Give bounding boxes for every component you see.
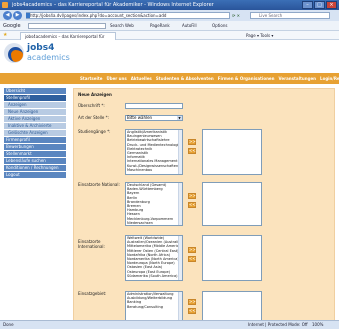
page-tools-menu[interactable]: Page ▾ Tools ▾ — [246, 31, 273, 40]
nav-veranstaltungen[interactable]: Veranstaltungen — [279, 73, 317, 84]
tab-bar: ★ jobs4academics – das Karriereportal fü… — [0, 31, 339, 46]
nav-aktuelles[interactable]: Aktuelles — [131, 73, 152, 84]
sidebar-item-lebenslaeufe[interactable]: Lebensläufe suchen — [4, 158, 66, 164]
sidebar-item-konditionen[interactable]: Konditionen / Rechnungen — [4, 165, 66, 171]
title-bar: jobs4academics – das Karriereportal für … — [0, 0, 339, 10]
google-logo: Google — [3, 23, 21, 29]
remove-international-button[interactable]: << — [188, 256, 196, 262]
form-title: Neue Anzeigen — [78, 92, 112, 97]
options-button[interactable]: Options — [212, 21, 227, 31]
address-bar: ◀ ▶ http://jobs4a.dvl/pages/index.php?do… — [0, 10, 339, 21]
main-nav: Startseite Über uns Aktuelles Studenten … — [0, 73, 339, 84]
national-move-buttons: >> << — [188, 193, 196, 211]
remove-national-button[interactable]: << — [188, 202, 196, 208]
area-selected-box[interactable] — [202, 291, 262, 320]
pagerank-button[interactable]: PageRank — [150, 21, 170, 31]
list-item[interactable]: Niedersachsen — [126, 221, 182, 225]
sidebar-item-geloeschte[interactable]: Gelöschte Anzeigen — [4, 130, 66, 136]
listbox-scrollbar[interactable] — [178, 130, 182, 174]
search-web-button[interactable]: Search Web — [110, 21, 134, 31]
page-icon — [26, 13, 30, 18]
listbox-scrollbar[interactable] — [178, 292, 182, 320]
area-move-buttons: >> << — [188, 299, 196, 317]
study-move-buttons: >> << — [188, 139, 196, 157]
area-label: Einsatzgebiet: — [78, 291, 107, 296]
maximize-button[interactable]: □ — [314, 1, 325, 9]
window-title: jobs4academics – das Karriereportal für … — [12, 2, 214, 8]
title-input[interactable] — [125, 103, 183, 109]
browser-window: jobs4academics – das Karriereportal für … — [0, 0, 339, 329]
status-text: Done — [3, 322, 14, 327]
chevron-down-icon: ▼ — [177, 116, 182, 120]
add-national-button[interactable]: >> — [188, 193, 196, 199]
zoom-level[interactable]: 100% — [312, 321, 323, 329]
google-toolbar: Google Search Web PageRank AutoFill Opti… — [0, 21, 339, 31]
add-area-button[interactable]: >> — [188, 299, 196, 305]
add-study-button[interactable]: >> — [188, 139, 196, 145]
sidebar-item-anzeigen[interactable]: Anzeigen — [4, 102, 66, 108]
sidebar-item-bewerbungen[interactable]: Bewerbungen — [4, 144, 66, 150]
security-zone: Internet | Protected Mode: Off — [248, 322, 308, 327]
study-label: Studiengänge *: — [78, 129, 111, 134]
favorites-star-icon[interactable]: ★ — [3, 31, 7, 40]
google-search-input[interactable] — [28, 23, 106, 29]
list-item[interactable]: Internationales Management — [126, 159, 182, 163]
close-button[interactable]: × — [326, 1, 337, 9]
nav-login[interactable]: Login/Registrieren — [320, 73, 339, 84]
sidebar: Übersicht Stellenprofil Anzeigen Neue An… — [4, 88, 66, 179]
browser-icon — [2, 2, 8, 8]
job-type-select[interactable]: Bitte wählen ▼ — [125, 115, 183, 121]
autofill-button[interactable]: AutoFill — [182, 21, 197, 31]
sidebar-item-stellenmarkt[interactable]: Stellenmarkt — [4, 151, 66, 157]
international-move-buttons: >> << — [188, 247, 196, 265]
listbox-scrollbar[interactable] — [178, 236, 182, 280]
national-selected-box[interactable] — [202, 182, 262, 226]
study-selected-box[interactable] — [202, 129, 262, 175]
nav-startseite[interactable]: Startseite — [80, 73, 102, 84]
sidebar-item-aktive-anzeigen[interactable]: Aktive Anzeigen — [4, 116, 66, 122]
type-label: Art der Stelle *: — [78, 115, 110, 120]
list-item[interactable]: Maschinenbau — [126, 168, 182, 172]
site-header: jobs4 academics — [0, 40, 339, 72]
window-controls: – □ × — [302, 1, 337, 9]
remove-study-button[interactable]: << — [188, 148, 196, 154]
tab-active[interactable]: jobs4academics – das Karriereportal für … — [20, 32, 116, 46]
sidebar-item-firmenprofil[interactable]: Firmenprofil — [4, 137, 66, 143]
live-search-input[interactable]: Live Search — [250, 12, 330, 19]
site-logo[interactable]: jobs4 academics — [27, 44, 70, 63]
title-label: Überschrift *: — [78, 103, 105, 108]
sidebar-item-stellenprofil[interactable]: Stellenprofil — [4, 95, 66, 101]
list-item[interactable]: Mittelamerika (Middle America) — [126, 244, 182, 248]
nav-studenten[interactable]: Studenten & Absolventen — [156, 73, 214, 84]
area-listbox[interactable]: Administration/Verwaltung Ausbildung/Wei… — [125, 291, 183, 320]
remove-area-button[interactable]: << — [188, 308, 196, 314]
logo-icon — [4, 43, 24, 63]
list-item[interactable]: Südamerika (South America) — [126, 274, 182, 278]
nav-ueber-uns[interactable]: Über uns — [106, 73, 126, 84]
status-bar: Done Internet | Protected Mode: Off 100% — [0, 320, 339, 329]
page-content: jobs4 academics Startseite Über uns Aktu… — [0, 40, 339, 320]
national-listbox[interactable]: Deutschland (Gesamt) Baden-Württemberg B… — [125, 182, 183, 226]
study-listbox[interactable]: Anglistik/Amerikanistik Bauingenieurwese… — [125, 129, 183, 175]
list-item[interactable]: Beratung/Consulting — [126, 305, 182, 309]
international-listbox[interactable]: Weltweit (Worldwide) Australien/Ozeanien… — [125, 235, 183, 281]
international-label: Einsatzorte International: — [78, 239, 105, 249]
listbox-scrollbar[interactable] — [178, 183, 182, 225]
national-label: Einsatzorte National: — [78, 182, 120, 187]
sidebar-item-inaktive[interactable]: Inaktive & Archivierte — [4, 123, 66, 129]
minimize-button[interactable]: – — [302, 1, 313, 9]
new-ad-form: Neue Anzeigen Überschrift *: Art der Ste… — [73, 88, 335, 320]
sidebar-item-logout[interactable]: Logout — [4, 172, 66, 178]
back-button[interactable]: ◀ — [3, 11, 12, 20]
url-field[interactable]: http://jobs4a.dvl/pages/index.php?do=acc… — [26, 12, 230, 19]
international-selected-box[interactable] — [202, 235, 262, 281]
add-international-button[interactable]: >> — [188, 247, 196, 253]
sidebar-item-uebersicht[interactable]: Übersicht — [4, 88, 66, 94]
forward-button[interactable]: ▶ — [13, 11, 22, 20]
nav-firmen[interactable]: Firmen & Organisationen — [218, 73, 275, 84]
sidebar-item-neue-anzeigen[interactable]: Neue Anzeigen — [4, 109, 66, 115]
refresh-icon[interactable]: ⟳ ✕ — [232, 12, 248, 19]
